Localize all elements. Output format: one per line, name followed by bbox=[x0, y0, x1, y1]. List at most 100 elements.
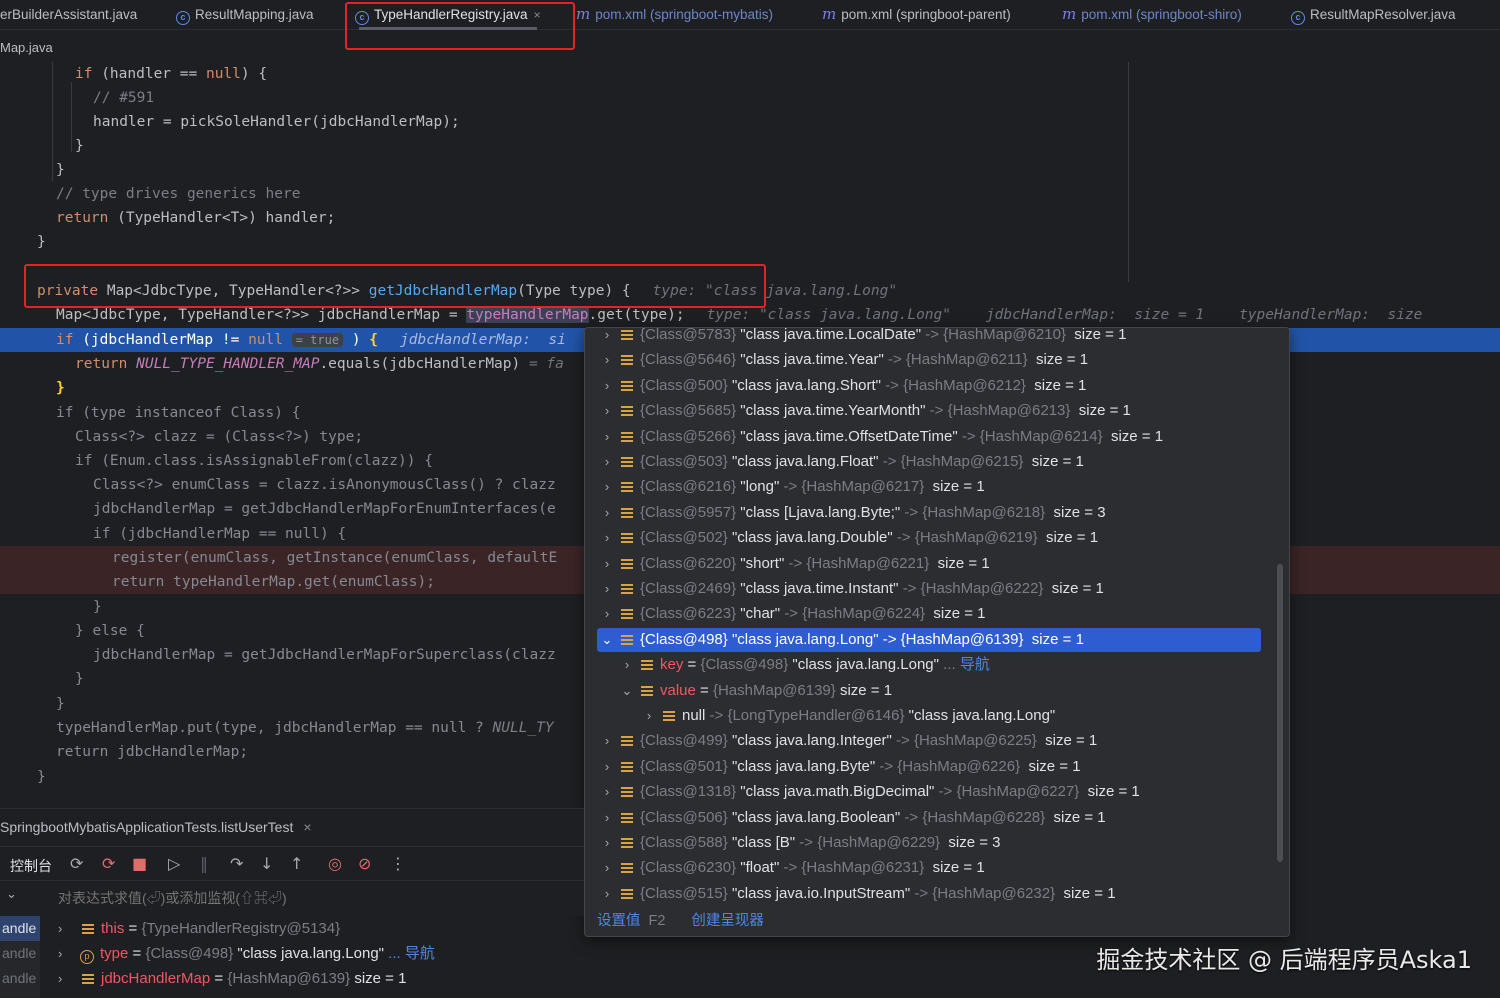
chevron-right-icon[interactable]: › bbox=[597, 577, 617, 601]
tree-row[interactable]: › {Class@5685} "class java.time.YearMonth… bbox=[597, 399, 1131, 423]
chevron-right-icon[interactable]: › bbox=[597, 755, 617, 779]
chevron-right-icon[interactable]: › bbox=[597, 831, 617, 855]
entry-arrow: -> bbox=[929, 402, 944, 420]
entry-id: {Class@588} bbox=[640, 834, 728, 851]
variable-row-this[interactable]: › this = {TypeHandlerRegistry@5134} bbox=[58, 916, 340, 941]
variable-value: size = 1 bbox=[350, 970, 407, 987]
chevron-right-icon[interactable]: › bbox=[58, 916, 72, 941]
stop-icon[interactable]: ■ bbox=[132, 854, 147, 873]
tree-row[interactable]: › {Class@6223} "char" -> {HashMap@6224} s… bbox=[597, 602, 986, 626]
entry-value: {HashMap@6139} bbox=[900, 630, 1024, 648]
tab-pom-springboot-shiro[interactable]: m pom.xml (springboot-shiro) bbox=[1062, 0, 1242, 30]
chevron-right-icon[interactable]: › bbox=[597, 475, 617, 499]
entry-name: "short" bbox=[740, 554, 785, 572]
pause-icon[interactable]: ‖ bbox=[200, 854, 208, 873]
tree-row[interactable]: › {Class@6230} "float" -> {HashMap@6231} … bbox=[597, 856, 985, 880]
tree-row[interactable]: › {Class@5266} "class java.time.OffsetDat… bbox=[597, 425, 1163, 449]
set-value-link[interactable]: 设置值 bbox=[597, 913, 641, 929]
tree-row[interactable]: › {Class@499} "class java.lang.Integer" -… bbox=[597, 729, 1097, 753]
tree-row[interactable]: › {Class@1318} "class java.math.BigDecima… bbox=[597, 780, 1140, 804]
variable-row-jdbc-handler-map[interactable]: › jdbcHandlerMap = {HashMap@6139} size = … bbox=[58, 966, 406, 991]
tree-row[interactable]: › {Class@588} "class [B" -> {HashMap@6229… bbox=[597, 831, 1001, 855]
chevron-right-icon[interactable]: › bbox=[597, 806, 617, 830]
chevron-down-icon[interactable]: ⌄ bbox=[597, 628, 617, 652]
navigate-link[interactable]: ... 导航 bbox=[384, 945, 435, 962]
chevron-right-icon[interactable]: › bbox=[597, 328, 617, 347]
tree-row-value[interactable]: ⌄ value = {HashMap@6139} size = 1 bbox=[617, 679, 893, 703]
chevron-right-icon[interactable]: › bbox=[597, 780, 617, 804]
variable-row-type[interactable]: › p type = {Class@498} "class java.lang.Lo… bbox=[58, 941, 435, 966]
close-icon[interactable]: × bbox=[303, 819, 311, 835]
step-over-icon[interactable]: ↷ bbox=[230, 854, 243, 873]
tree-row-null[interactable]: › null -> {LongTypeHandler@6146} "class j… bbox=[639, 704, 1055, 728]
frame-item[interactable]: andle bbox=[0, 941, 40, 966]
tab-pom-springboot-parent[interactable]: m pom.xml (springboot-parent) bbox=[822, 0, 1011, 30]
chevron-down-icon[interactable]: ⌄ bbox=[6, 887, 17, 902]
tree-row[interactable]: › {Class@515} "class java.io.InputStream"… bbox=[597, 882, 1116, 906]
mute-breakpoints-icon[interactable]: ⊘ bbox=[358, 854, 371, 873]
entry-arrow: -> bbox=[938, 783, 953, 801]
tree-row-key[interactable]: › key = {Class@498} "class java.lang.Long… bbox=[617, 653, 990, 677]
frame-item[interactable]: andle bbox=[0, 916, 40, 941]
tree-row[interactable]: › {Class@5646} "class java.time.Year" -> … bbox=[597, 348, 1088, 372]
more-icon[interactable]: ⋮ bbox=[390, 854, 406, 873]
chevron-right-icon[interactable]: › bbox=[597, 552, 617, 576]
tab-result-map-resolver[interactable]: c ResultMapResolver.java bbox=[1291, 0, 1456, 30]
chevron-right-icon[interactable]: › bbox=[597, 450, 617, 474]
chevron-down-icon[interactable]: ⌄ bbox=[617, 679, 637, 703]
console-tab[interactable]: 控制台 bbox=[10, 856, 52, 876]
chevron-right-icon[interactable]: › bbox=[597, 729, 617, 753]
resume-icon[interactable]: ▷ bbox=[168, 854, 180, 873]
chevron-right-icon[interactable]: › bbox=[597, 374, 617, 398]
view-breakpoints-icon[interactable]: ◎ bbox=[328, 854, 342, 873]
entry-id: {Class@502} bbox=[640, 529, 728, 547]
popup-scrollbar[interactable] bbox=[1277, 564, 1283, 862]
variable-name: type bbox=[100, 945, 129, 962]
evaluate-expression-input[interactable] bbox=[58, 890, 558, 906]
chevron-right-icon[interactable]: › bbox=[597, 602, 617, 626]
chevron-right-icon[interactable]: › bbox=[58, 941, 72, 966]
entry-size: size = 1 bbox=[933, 605, 986, 623]
code-comment: // type drives generics here bbox=[56, 186, 301, 202]
tab-result-mapping[interactable]: c ResultMapping.java bbox=[176, 0, 314, 30]
entry-name: "class java.time.LocalDate" bbox=[740, 327, 922, 343]
step-out-icon[interactable]: ↑ bbox=[290, 854, 303, 873]
debug-session-tab[interactable]: SpringbootMybatisApplicationTests.listUs… bbox=[0, 819, 312, 835]
chevron-right-icon[interactable]: › bbox=[597, 526, 617, 550]
entry-arrow: -> bbox=[783, 478, 798, 496]
tab-pom-springboot-mybatis[interactable]: m pom.xml (springboot-mybatis) bbox=[576, 0, 773, 30]
frame-item[interactable]: andle bbox=[0, 966, 40, 991]
variable-id: {HashMap@6139} bbox=[227, 970, 351, 987]
chevron-right-icon[interactable]: › bbox=[597, 882, 617, 906]
tree-row[interactable]: › {Class@6216} "long" -> {HashMap@6217} s… bbox=[597, 475, 985, 499]
tree-row[interactable]: › {Class@6220} "short" -> {HashMap@6221} … bbox=[597, 552, 990, 576]
rerun-icon[interactable]: ⟳ bbox=[70, 854, 83, 873]
chevron-right-icon[interactable]: › bbox=[597, 501, 617, 525]
tree-row[interactable]: › {Class@500} "class java.lang.Short" -> … bbox=[597, 374, 1087, 398]
tree-row[interactable]: › {Class@5957} "class [Ljava.lang.Byte;" … bbox=[597, 501, 1106, 525]
chevron-right-icon[interactable]: › bbox=[58, 966, 72, 991]
entry-name: "class java.lang.Long" bbox=[731, 630, 879, 648]
chevron-right-icon[interactable]: › bbox=[597, 856, 617, 880]
create-renderer-link[interactable]: 创建呈现器 bbox=[691, 913, 764, 929]
chevron-right-icon[interactable]: › bbox=[617, 653, 637, 677]
restart-icon[interactable]: ⟳ bbox=[102, 854, 115, 873]
tree-row[interactable]: › {Class@503} "class java.lang.Float" -> … bbox=[597, 450, 1084, 474]
tree-row[interactable]: › {Class@501} "class java.lang.Byte" -> {… bbox=[597, 755, 1081, 779]
chevron-right-icon[interactable]: › bbox=[639, 704, 659, 728]
tree-row[interactable]: › {Class@506} "class java.lang.Boolean" -… bbox=[597, 806, 1106, 830]
tree-row[interactable]: › {Class@2469} "class java.time.Instant" … bbox=[597, 577, 1104, 601]
code-line: } bbox=[56, 696, 65, 712]
step-into-icon[interactable]: ↓ bbox=[260, 854, 273, 873]
variable-inspector-popup[interactable]: › {Class@5783} "class java.time.LocalDate… bbox=[584, 327, 1290, 937]
chevron-right-icon[interactable]: › bbox=[597, 399, 617, 423]
tree-row-selected[interactable]: ⌄ {Class@498} "class java.lang.Long" -> {… bbox=[597, 627, 1261, 652]
tree-row[interactable]: › {Class@502} "class java.lang.Double" ->… bbox=[597, 526, 1098, 550]
entry-id: {Class@499} bbox=[640, 732, 728, 750]
navigate-link[interactable]: 导航 bbox=[956, 656, 990, 673]
chevron-right-icon[interactable]: › bbox=[597, 425, 617, 449]
entry-icon bbox=[621, 558, 633, 569]
tree-row[interactable]: › {Class@5783} "class java.time.LocalDate… bbox=[597, 327, 1127, 347]
tab-er-builder-assistant[interactable]: erBuilderAssistant.java bbox=[0, 0, 137, 30]
chevron-right-icon[interactable]: › bbox=[597, 348, 617, 372]
